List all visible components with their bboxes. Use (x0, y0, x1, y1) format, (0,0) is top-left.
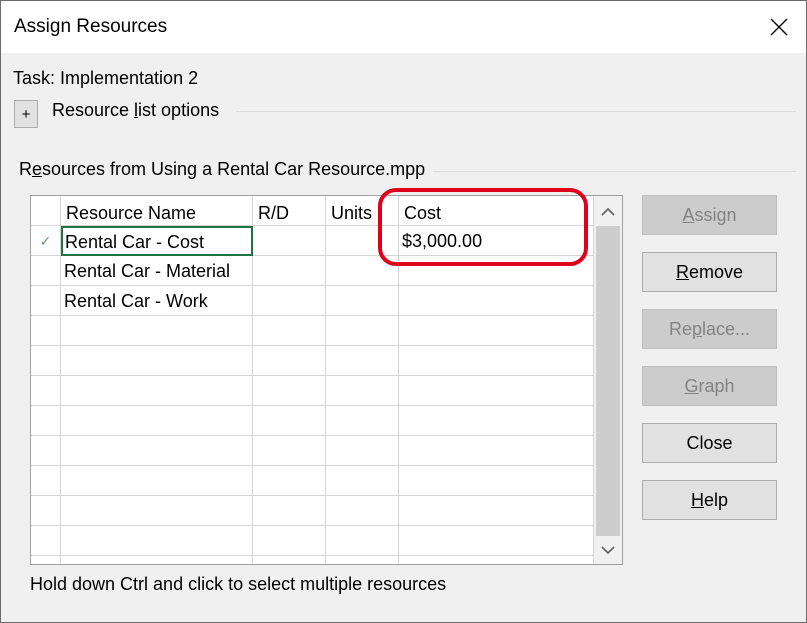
units-cell[interactable] (326, 316, 399, 346)
units-cell[interactable] (326, 286, 399, 316)
column-header-units[interactable]: Units (326, 196, 399, 226)
units-cell[interactable] (326, 526, 399, 556)
rd-cell[interactable] (253, 286, 326, 316)
cost-cell[interactable] (399, 526, 594, 556)
resource-name-cell[interactable] (61, 376, 253, 406)
resource-name-cell[interactable] (61, 346, 253, 376)
row-indicator[interactable] (31, 256, 61, 286)
rd-cell[interactable] (253, 406, 326, 436)
assign-button[interactable]: Assign (642, 195, 777, 235)
resource-grid[interactable]: Resource Name R/D Units Cost ✓ Rental Car - C… (30, 195, 623, 565)
rd-cell[interactable] (253, 376, 326, 406)
remove-button[interactable]: Remove (642, 252, 777, 292)
close-icon[interactable] (763, 11, 795, 43)
rd-cell[interactable] (253, 496, 326, 526)
cost-cell[interactable] (399, 256, 594, 286)
resource-name-cell[interactable]: Rental Car - Material (61, 256, 253, 286)
row-indicator[interactable] (31, 526, 61, 556)
row-indicator[interactable] (31, 556, 61, 564)
row-indicator[interactable] (31, 316, 61, 346)
cost-cell[interactable] (399, 376, 594, 406)
graph-button[interactable]: Graph (642, 366, 777, 406)
row-indicator[interactable]: ✓ (31, 226, 61, 256)
units-cell[interactable] (326, 256, 399, 286)
column-header-rd[interactable]: R/D (253, 196, 326, 226)
cost-cell[interactable] (399, 436, 594, 466)
dialog-title: Assign Resources (14, 16, 168, 37)
row-indicator[interactable] (31, 466, 61, 496)
units-cell[interactable] (326, 406, 399, 436)
units-cell[interactable] (326, 466, 399, 496)
scroll-up-icon[interactable] (594, 198, 622, 226)
resource-name-cell[interactable] (61, 556, 253, 564)
resources-divider (433, 171, 796, 172)
task-label: Task: Implementation 2 (13, 68, 199, 88)
resource-name-cell[interactable] (61, 526, 253, 556)
resource-name-cell[interactable]: Rental Car - Work (61, 286, 253, 316)
units-cell[interactable] (326, 556, 399, 564)
rd-cell[interactable] (253, 436, 326, 466)
help-button[interactable]: Help (642, 480, 777, 520)
rd-cell[interactable] (253, 226, 326, 256)
column-header-resource-name[interactable]: Resource Name (61, 196, 253, 226)
units-cell[interactable] (326, 436, 399, 466)
rd-cell[interactable] (253, 346, 326, 376)
column-header-cost[interactable]: Cost (399, 196, 594, 226)
cost-cell[interactable] (399, 556, 594, 564)
title-bar: Assign Resources (1, 1, 806, 53)
expand-options-button[interactable]: + (14, 100, 38, 128)
cost-cell[interactable] (399, 316, 594, 346)
row-indicator[interactable] (31, 286, 61, 316)
scroll-thumb[interactable] (596, 226, 620, 536)
units-cell[interactable] (326, 376, 399, 406)
row-indicator[interactable] (31, 376, 61, 406)
row-indicator[interactable] (31, 436, 61, 466)
scroll-down-icon[interactable] (594, 536, 622, 564)
cost-cell[interactable] (399, 346, 594, 376)
resource-name-cell[interactable] (61, 316, 253, 346)
row-indicator[interactable] (31, 406, 61, 436)
resource-name-cell[interactable] (61, 496, 253, 526)
row-indicator[interactable] (31, 346, 61, 376)
cost-cell[interactable] (399, 286, 594, 316)
cost-cell[interactable] (399, 466, 594, 496)
rd-cell[interactable] (253, 466, 326, 496)
assign-resources-dialog: Assign Resources Task: Implementation 2 … (0, 0, 807, 623)
rd-cell[interactable] (253, 556, 326, 564)
resources-from-label: Resources from Using a Rental Car Resour… (19, 159, 426, 179)
cost-cell[interactable] (399, 406, 594, 436)
cost-cell[interactable]: $3,000.00 (399, 226, 594, 256)
header-corner[interactable] (31, 196, 61, 226)
vertical-scrollbar[interactable] (594, 196, 622, 564)
resource-list-options-label[interactable]: Resource list options (52, 100, 219, 121)
resource-name-cell[interactable] (61, 466, 253, 496)
cost-cell[interactable] (399, 496, 594, 526)
rd-cell[interactable] (253, 256, 326, 286)
row-indicator[interactable] (31, 496, 61, 526)
selection-hint: Hold down Ctrl and click to select multi… (30, 574, 447, 594)
units-cell[interactable] (326, 346, 399, 376)
units-cell[interactable] (326, 226, 399, 256)
rd-cell[interactable] (253, 316, 326, 346)
close-button[interactable]: Close (642, 423, 777, 463)
resource-name-cell[interactable] (61, 406, 253, 436)
resource-name-cell[interactable] (61, 436, 253, 466)
rd-cell[interactable] (253, 526, 326, 556)
units-cell[interactable] (326, 496, 399, 526)
active-resource-name-cell[interactable]: Rental Car - Cost (61, 226, 253, 256)
options-divider (236, 111, 796, 112)
replace-button[interactable]: Re p lace... (642, 309, 777, 349)
